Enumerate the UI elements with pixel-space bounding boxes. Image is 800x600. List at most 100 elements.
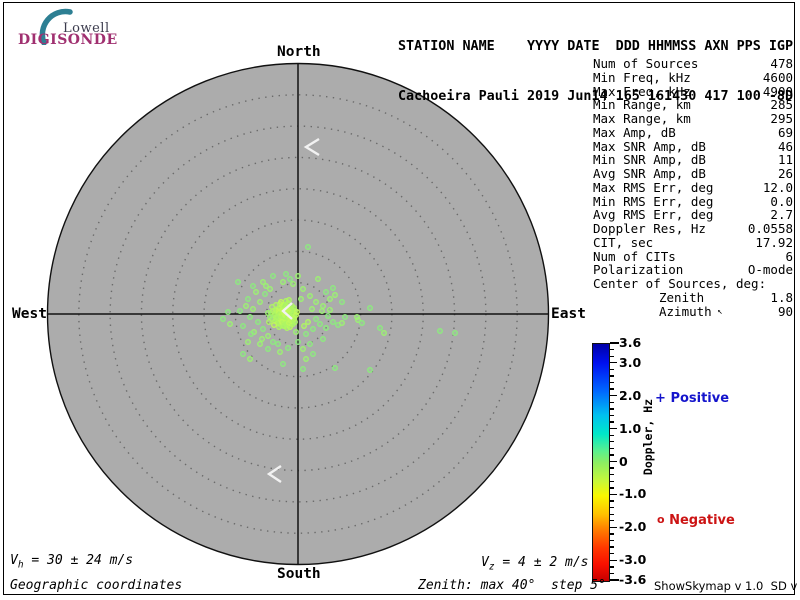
stat-value: 46 bbox=[777, 138, 793, 154]
colorbar-tick bbox=[610, 559, 617, 561]
source-point bbox=[265, 346, 271, 352]
stat-row: Avg RMS Err, deg 2.7 bbox=[593, 208, 793, 222]
source-point bbox=[313, 316, 319, 322]
source-point bbox=[310, 326, 316, 332]
source-point bbox=[275, 341, 281, 347]
stat-value: 11 bbox=[777, 152, 793, 168]
coordinates-label: Geographic coordinates bbox=[10, 578, 183, 593]
source-point bbox=[285, 345, 291, 351]
stat-value: 285 bbox=[770, 97, 793, 113]
digisonde-label: DIGISONDE bbox=[18, 32, 118, 48]
source-point bbox=[240, 323, 246, 329]
source-point bbox=[300, 346, 306, 352]
colorbar-tick bbox=[610, 487, 614, 489]
colorbar-tick bbox=[610, 348, 614, 351]
colorbar-tick bbox=[610, 526, 617, 529]
stat-value: 12.0 bbox=[762, 179, 793, 195]
source-point bbox=[367, 305, 373, 311]
stat-value: 69 bbox=[777, 124, 793, 140]
stat-row: Center of Sources, deg: bbox=[593, 277, 793, 291]
source-point bbox=[270, 339, 276, 345]
source-point bbox=[300, 286, 306, 292]
legend-positive: + Positive bbox=[655, 391, 729, 406]
source-point bbox=[295, 339, 301, 345]
colorbar-tick bbox=[610, 414, 614, 417]
stat-row: Min Range, km 285 bbox=[593, 98, 793, 112]
stat-label: Min Freq, kHz bbox=[593, 69, 691, 85]
stat-label: Azimuth ↖ bbox=[659, 303, 723, 319]
stat-row: Num of CITs 6 bbox=[593, 248, 793, 264]
colorbar-tick-label: 0 bbox=[619, 453, 628, 469]
vz-velocity-label: Vz = 4 ± 2 m/s bbox=[481, 555, 589, 573]
stat-row: Max Amp, dB 69 bbox=[593, 124, 793, 140]
colorbar-tick bbox=[610, 493, 617, 496]
source-point bbox=[290, 281, 296, 287]
colorbar-tick bbox=[610, 408, 614, 410]
source-point bbox=[248, 331, 254, 337]
colorbar-tick bbox=[610, 474, 614, 476]
stat-value: 90 bbox=[777, 303, 793, 319]
stat-label: Polarization bbox=[593, 262, 684, 278]
stat-value: 478 bbox=[770, 56, 793, 71]
skymap-page: Lowell DIGISONDE STATION NAME YYYY DATE … bbox=[0, 0, 800, 600]
colorbar-tick-label: -1.0 bbox=[619, 486, 647, 502]
source-point bbox=[452, 330, 458, 336]
source-point bbox=[259, 336, 265, 342]
source-point bbox=[367, 367, 373, 373]
stat-label: Min Range, km bbox=[593, 97, 691, 113]
source-point bbox=[253, 289, 259, 295]
legend-positive-label: Positive bbox=[670, 391, 730, 406]
colorbar-tick bbox=[610, 566, 614, 568]
source-point bbox=[245, 339, 251, 345]
stat-row: Min RMS Err, deg 0.0 bbox=[593, 194, 793, 209]
stat-label: Max SNR Amp, dB bbox=[593, 138, 706, 154]
stat-label: Doppler Res, Hz bbox=[593, 221, 706, 236]
stat-label: Max Range, km bbox=[593, 111, 691, 126]
stat-value: 6 bbox=[785, 248, 793, 264]
stat-label: Num of Sources bbox=[593, 56, 699, 71]
colorbar-tick bbox=[610, 572, 614, 575]
source-point bbox=[300, 366, 306, 372]
stat-row: Doppler Res, Hz 0.0558 bbox=[593, 222, 793, 236]
source-point bbox=[319, 308, 325, 314]
header-line1: STATION NAME YYYY DATE DDD HHMMSS AXN PP… bbox=[398, 39, 794, 54]
source-point bbox=[263, 283, 269, 289]
digisonde-logo: Lowell DIGISONDE bbox=[18, 5, 138, 48]
colorbar-title: Doppler, Hz bbox=[641, 398, 655, 476]
source-point bbox=[250, 306, 256, 312]
colorbar-tick-label: 3.6 bbox=[619, 335, 642, 350]
source-point bbox=[325, 313, 331, 319]
colorbar-tick-label: -3.0 bbox=[619, 552, 647, 568]
colorbar-gradient bbox=[592, 343, 610, 582]
compass-label-west: West bbox=[12, 306, 47, 322]
source-point bbox=[327, 307, 333, 313]
source-point bbox=[305, 244, 311, 250]
colorbar-tick bbox=[610, 480, 614, 482]
colorbar-tick bbox=[610, 467, 614, 469]
stat-value: 4600 bbox=[762, 69, 793, 85]
compass-label-south: South bbox=[277, 566, 321, 582]
source-point bbox=[323, 289, 329, 295]
stat-row: Avg SNR Amp, dB 26 bbox=[593, 167, 793, 181]
source-point bbox=[270, 273, 276, 279]
colorbar-tick bbox=[610, 368, 614, 371]
source-point bbox=[280, 361, 286, 367]
colorbar-tick-label: 2.0 bbox=[619, 387, 642, 403]
source-point bbox=[330, 319, 336, 325]
stat-row: Azimuth ↖ 90 bbox=[593, 303, 793, 319]
stat-row: Max Range, km 295 bbox=[593, 112, 793, 126]
stat-value: 295 bbox=[770, 111, 793, 126]
source-point bbox=[320, 336, 326, 342]
source-point bbox=[339, 299, 345, 305]
colorbar-tick bbox=[610, 362, 617, 364]
stat-value: 2.7 bbox=[770, 207, 793, 223]
stat-row: CIT, sec 17.92 bbox=[593, 235, 793, 250]
colorbar-tick bbox=[610, 342, 619, 344]
source-point bbox=[323, 325, 329, 331]
source-point bbox=[293, 329, 299, 335]
colorbar-tick bbox=[610, 546, 614, 548]
source-point bbox=[265, 333, 271, 339]
source-point bbox=[220, 316, 226, 322]
source-point bbox=[301, 323, 307, 329]
source-point bbox=[265, 310, 271, 316]
